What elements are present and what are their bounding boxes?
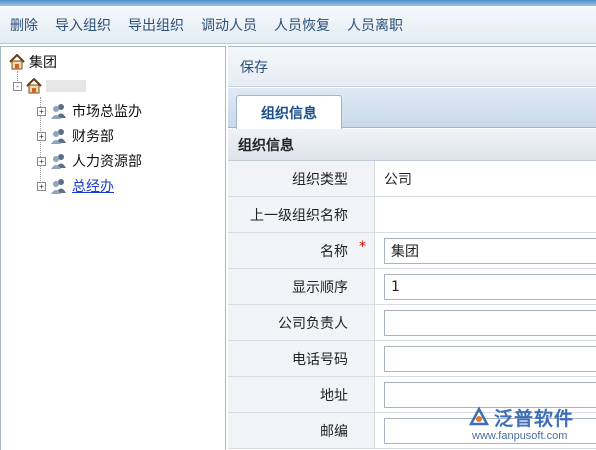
form-row-parent-org: 上一级组织名称 (228, 197, 596, 233)
save-button[interactable]: 保存 (240, 57, 268, 77)
section-header: 组织信息 (228, 129, 596, 161)
export-org-button[interactable]: 导出组织 (128, 15, 184, 35)
house-icon (26, 78, 42, 94)
name-input[interactable]: 集团 (384, 238, 596, 264)
people-icon (51, 104, 66, 119)
staff-leave-button[interactable]: 人员离职 (347, 15, 403, 35)
tree-node-root[interactable]: 集团 (9, 51, 57, 73)
transfer-staff-button[interactable]: 调动人员 (201, 15, 257, 35)
tab-label: 组织信息 (261, 105, 317, 122)
form-row-display-order: 显示顺序 1 (228, 269, 596, 305)
field-label: 上一级组织名称 (228, 197, 375, 232)
tree-node-label: 市场总监办 (72, 104, 142, 120)
watermark: 泛普软件 www.fanpusoft.com (464, 404, 594, 448)
tree-node-company[interactable]: - (13, 75, 86, 97)
form-row-org-type: 组织类型 公司 (228, 161, 596, 197)
form-row-name: 名称 * 集团 (228, 233, 596, 269)
field-label: 显示顺序 (228, 269, 375, 304)
detail-panel: 保存 组织信息 组织信息 组织类型 公司 上一级组织名称 名称 * 集团 显示顺… (228, 46, 596, 450)
tree-node-label: 财务部 (72, 129, 114, 145)
tree-node-label-redacted (46, 80, 86, 92)
tree-node-department[interactable]: + 市场总监办 (37, 100, 142, 122)
field-label: 邮编 (228, 413, 375, 448)
tree-node-label: 人力资源部 (72, 154, 142, 170)
watermark-url: www.fanpusoft.com (472, 430, 568, 442)
section-title: 组织信息 (238, 137, 294, 154)
phone-input[interactable] (384, 346, 596, 372)
house-icon (9, 54, 25, 70)
field-label: 地址 (228, 377, 375, 412)
action-bar: 保存 (228, 47, 596, 87)
form-row-manager: 公司负责人 (228, 305, 596, 341)
org-type-value: 公司 (384, 171, 412, 188)
collapse-icon[interactable]: - (13, 81, 22, 91)
people-icon (51, 129, 66, 144)
fanpu-logo-icon (468, 406, 490, 426)
tree-node-department[interactable]: + 总经办 (37, 175, 114, 197)
field-label: 电话号码 (228, 341, 375, 376)
field-label: 公司负责人 (228, 305, 375, 340)
required-marker: * (359, 239, 366, 255)
people-icon (51, 179, 66, 194)
restore-staff-button[interactable]: 人员恢复 (274, 15, 330, 35)
delete-button[interactable]: 删除 (10, 15, 38, 35)
tree-node-department[interactable]: + 人力资源部 (37, 150, 142, 172)
people-icon (51, 154, 66, 169)
manager-input[interactable] (384, 310, 596, 336)
import-org-button[interactable]: 导入组织 (55, 15, 111, 35)
tree-node-label: 集团 (29, 55, 57, 71)
expand-icon[interactable]: + (37, 131, 46, 141)
tab-org-info[interactable]: 组织信息 (236, 95, 342, 129)
field-label: 组织类型 (228, 161, 375, 196)
org-tree-panel: 集团 - + 市场总监办 + 财务部 + 人力资源部 + 总经办 (0, 46, 226, 450)
form-row-phone: 电话号码 (228, 341, 596, 377)
tab-strip: 组织信息 (228, 88, 596, 129)
expand-icon[interactable]: + (37, 106, 46, 116)
tree-node-department[interactable]: + 财务部 (37, 125, 114, 147)
field-label: 名称 (320, 243, 348, 260)
display-order-input[interactable]: 1 (384, 274, 596, 300)
watermark-brand: 泛普软件 (494, 408, 575, 430)
toolbar: 删除 导入组织 导出组织 调动人员 人员恢复 人员离职 (0, 6, 596, 44)
expand-icon[interactable]: + (37, 156, 46, 166)
tree-node-label-link[interactable]: 总经办 (72, 176, 114, 196)
field-label-wrap: 名称 * (228, 233, 375, 268)
expand-icon[interactable]: + (37, 181, 46, 191)
